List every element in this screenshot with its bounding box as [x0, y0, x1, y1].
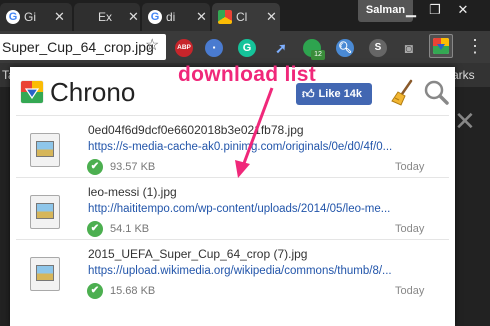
translate-extension-icon[interactable]: ▪ — [205, 39, 223, 57]
page-close-icon[interactable]: ✕ — [454, 108, 476, 134]
s-extension-icon[interactable]: S — [369, 39, 387, 57]
download-url[interactable]: https://upload.wikimedia.org/wikipedia/c… — [88, 265, 408, 277]
tab-4[interactable]: Cl ✕ — [212, 3, 280, 31]
download-url[interactable]: http://haititempo.com/wp-content/uploads… — [88, 203, 408, 215]
image-file-icon — [30, 257, 60, 291]
download-size: 15.68 KB — [110, 285, 156, 297]
divider — [16, 239, 449, 240]
divider — [16, 115, 449, 116]
download-url[interactable]: https://s-media-cache-ak0.pinimg.com/ori… — [88, 141, 408, 153]
like-label: Like 14k — [318, 88, 362, 100]
download-item[interactable]: leo-messi (1).jpg http://haititempo.com/… — [10, 177, 455, 239]
close-icon[interactable]: ✕ — [196, 9, 207, 25]
google-icon: G — [148, 10, 162, 24]
camera-extension-icon[interactable]: ◙ — [400, 39, 418, 57]
download-size: 54.1 KB — [110, 223, 150, 235]
check-circle-icon: ✔ — [87, 283, 103, 299]
chrono-logo-icon — [433, 38, 449, 54]
popup-title: Chrono — [50, 77, 136, 107]
blank-page-icon — [80, 10, 94, 24]
window-close-icon[interactable]: ✕ — [452, 0, 474, 22]
tab-4-label: Cl — [236, 10, 248, 24]
chrono-extension-button[interactable] — [429, 34, 453, 58]
magnifier-extension-icon[interactable]: 🔍︎ — [336, 39, 354, 57]
download-date: Today — [395, 223, 425, 235]
tab-3-label: di — [166, 10, 176, 24]
chrono-popup: Chrono 👍︎ Like 14k 0ed04f6d9dcf0e6602018… — [10, 67, 455, 326]
thumbs-up-icon: 👍︎ — [302, 86, 315, 101]
restore-icon[interactable]: ❐ — [424, 0, 446, 22]
close-icon[interactable]: ✕ — [128, 9, 139, 25]
download-filename[interactable]: 0ed04f6d9dcf0e6602018b3e021fb78.jpg — [88, 123, 304, 137]
grammarly-icon[interactable]: G — [238, 39, 256, 57]
adblock-plus-icon[interactable]: ABP — [175, 39, 193, 57]
check-circle-icon: ✔ — [87, 221, 103, 237]
download-date: Today — [395, 161, 425, 173]
tab-1[interactable]: G Gi ✕ — [0, 3, 72, 31]
close-icon[interactable]: ✕ — [54, 9, 65, 25]
divider — [16, 177, 449, 178]
chrono-logo-icon — [20, 80, 44, 104]
cursor-extension-icon[interactable]: ➚ — [272, 39, 290, 57]
download-date: Today — [395, 285, 425, 297]
address-bar[interactable]: Super_Cup_64_crop.jpg — [0, 34, 166, 60]
download-size: 93.57 KB — [110, 161, 156, 173]
tab-3[interactable]: G di ✕ — [142, 3, 210, 31]
download-filename[interactable]: leo-messi (1).jpg — [88, 185, 177, 199]
menu-kebab-icon[interactable]: ⋮ — [466, 36, 484, 56]
tab-2[interactable]: Ex ✕ — [74, 3, 140, 31]
chrome-webstore-icon — [218, 10, 232, 24]
search-icon[interactable] — [422, 79, 450, 107]
tab-strip: G Gi ✕ Ex ✕ G di ✕ Cl ✕ Salman ▁ ❐ ✕ — [0, 0, 490, 31]
minimize-icon[interactable]: ▁ — [400, 0, 422, 22]
broom-clear-icon[interactable] — [390, 79, 416, 107]
image-file-icon — [30, 195, 60, 229]
other-bookmarks[interactable]: arks — [452, 68, 475, 82]
annotation-label: download list — [178, 63, 317, 86]
close-icon[interactable]: ✕ — [266, 9, 277, 25]
download-item[interactable]: 0ed04f6d9dcf0e6602018b3e021fb78.jpg http… — [10, 115, 455, 177]
tab-2-label: Ex — [98, 10, 113, 24]
check-circle-icon: ✔ — [87, 159, 103, 175]
download-filename[interactable]: 2015_UEFA_Super_Cup_64_crop (7).jpg — [88, 247, 307, 261]
tab-1-label: Gi — [24, 10, 36, 24]
download-item[interactable]: 2015_UEFA_Super_Cup_64_crop (7).jpg http… — [10, 239, 455, 301]
bookmark-star-icon[interactable]: ☆ — [145, 35, 159, 55]
image-file-icon — [30, 133, 60, 167]
google-icon: G — [6, 10, 20, 24]
extension-badge: 12 — [311, 50, 325, 60]
